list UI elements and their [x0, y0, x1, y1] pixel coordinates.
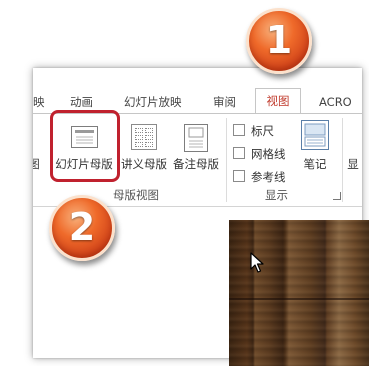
gridlines-checkbox-box[interactable]: [233, 147, 245, 159]
step-2-badge: 2: [49, 195, 115, 261]
notes-master-icon: [184, 124, 208, 152]
group-divider: [226, 118, 227, 202]
handout-master-label: 讲义母版: [121, 157, 167, 171]
mouse-pointer-icon: [250, 252, 264, 273]
master-views-group-label: 母版视图: [113, 188, 159, 202]
guides-checkbox[interactable]: 参考线: [233, 169, 286, 185]
ribbon-tab-bar: 映 动画 幻灯片放映 审阅 视图 ACRO: [33, 68, 362, 114]
ruler-checkbox-box[interactable]: [233, 124, 245, 136]
notes-master-label: 备注母版: [173, 157, 219, 171]
notes-button[interactable]: 笔记: [297, 118, 333, 172]
handout-master-button[interactable]: 讲义母版: [118, 122, 170, 172]
gridlines-label: 网格线: [251, 147, 286, 161]
partial-view-button[interactable]: 图: [33, 122, 41, 172]
notes-icon: [301, 120, 329, 150]
slide-preview-image: [229, 220, 369, 366]
partial-right-label: 显: [347, 157, 359, 171]
tab-review[interactable]: 审阅: [213, 92, 236, 112]
handout-master-icon: [131, 124, 157, 150]
guides-label: 参考线: [251, 170, 286, 184]
tab-view[interactable]: 视图: [255, 88, 301, 113]
partial-right-button[interactable]: 显: [346, 122, 360, 172]
tab-acrobat[interactable]: ACRO: [319, 92, 352, 112]
tab-slideshow-partial[interactable]: 映: [33, 92, 45, 112]
screenshot-stage: 映 动画 幻灯片放映 审阅 视图 ACRO 图 幻灯片母版 讲义母版 备注母版 …: [0, 0, 369, 366]
step-1-badge: 1: [246, 8, 312, 74]
partial-view-label: 图: [33, 157, 40, 171]
tab-slide-show[interactable]: 幻灯片放映: [124, 92, 182, 112]
tab-animations[interactable]: 动画: [70, 92, 93, 112]
show-group-label: 显示: [265, 188, 288, 202]
slide-master-highlight: [50, 110, 120, 182]
gridlines-checkbox[interactable]: 网格线: [233, 146, 286, 162]
ruler-label: 标尺: [251, 124, 274, 138]
notes-label: 笔记: [303, 157, 327, 171]
ruler-checkbox[interactable]: 标尺: [233, 123, 274, 139]
notes-master-button[interactable]: 备注母版: [170, 122, 222, 172]
guides-checkbox-box[interactable]: [233, 170, 245, 182]
dialog-launcher-icon[interactable]: [333, 192, 341, 200]
group-divider-right: [342, 118, 343, 202]
